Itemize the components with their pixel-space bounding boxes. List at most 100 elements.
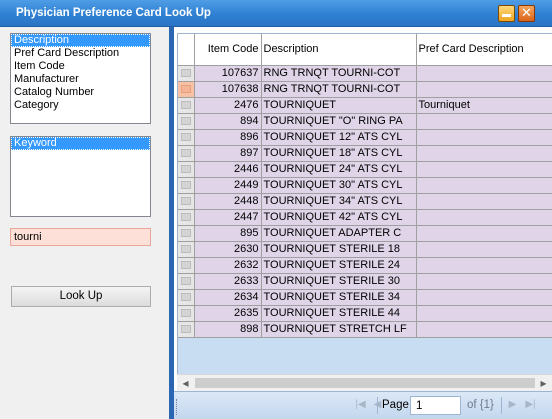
cell-description[interactable]: TOURNIQUET 42" ATS CYL — [261, 209, 417, 226]
search-type-option[interactable]: Keyword — [11, 137, 150, 150]
cell-pref-card-description[interactable] — [416, 193, 552, 210]
cell-pref-card-description[interactable] — [416, 113, 552, 130]
row-header[interactable] — [178, 81, 195, 98]
cell-item-code[interactable]: 897 — [194, 145, 262, 162]
cell-pref-card-description[interactable] — [416, 305, 552, 322]
first-page-icon[interactable]: |◀ — [354, 398, 367, 412]
table-row[interactable]: 2448 TOURNIQUET 34" ATS CYL — [178, 193, 552, 210]
cell-description[interactable]: TOURNIQUET ADAPTER C — [261, 225, 417, 242]
close-icon[interactable]: ✕ — [518, 5, 535, 22]
scrollbar-thumb[interactable] — [195, 378, 535, 388]
cell-description[interactable]: TOURNIQUET 30" ATS CYL — [261, 177, 417, 194]
row-header[interactable] — [178, 241, 195, 258]
last-page-icon[interactable]: ▶| — [524, 398, 537, 412]
search-field-list[interactable]: Description Pref Card Description Item Cod… — [10, 33, 151, 124]
row-header[interactable] — [178, 113, 195, 130]
table-row[interactable]: 2446 TOURNIQUET 24" ATS CYL — [178, 161, 552, 178]
cell-item-code[interactable]: 894 — [194, 113, 262, 130]
look-up-button[interactable]: Look Up — [11, 286, 151, 307]
cell-item-code[interactable]: 2448 — [194, 193, 262, 210]
search-field-option[interactable]: Pref Card Description — [11, 47, 150, 60]
row-header[interactable] — [178, 65, 195, 82]
minimize-icon[interactable] — [498, 5, 515, 22]
cell-pref-card-description[interactable] — [416, 225, 552, 242]
cell-description[interactable]: RNG TRNQT TOURNI-COT — [261, 65, 417, 82]
cell-description[interactable]: TOURNIQUET 18" ATS CYL — [261, 145, 417, 162]
cell-pref-card-description[interactable] — [416, 257, 552, 274]
table-row[interactable]: 894 TOURNIQUET "O" RING PA — [178, 113, 552, 130]
cell-description[interactable]: RNG TRNQT TOURNI-COT — [261, 81, 417, 98]
cell-item-code[interactable]: 2630 — [194, 241, 262, 258]
cell-pref-card-description[interactable] — [416, 65, 552, 82]
cell-description[interactable]: TOURNIQUET STERILE 30 — [261, 273, 417, 290]
cell-description[interactable]: TOURNIQUET — [261, 97, 417, 114]
cell-item-code[interactable]: 2476 — [194, 97, 262, 114]
search-field-option[interactable]: Description — [11, 34, 150, 47]
table-row[interactable]: 2633 TOURNIQUET STERILE 30 — [178, 273, 552, 290]
cell-pref-card-description[interactable] — [416, 145, 552, 162]
table-row[interactable]: 107638 RNG TRNQT TOURNI-COT — [178, 81, 552, 98]
search-field-option[interactable]: Manufacturer — [11, 73, 150, 86]
cell-item-code[interactable]: 2449 — [194, 177, 262, 194]
cell-pref-card-description[interactable] — [416, 241, 552, 258]
table-row[interactable]: 897 TOURNIQUET 18" ATS CYL — [178, 145, 552, 162]
table-row[interactable]: 2447 TOURNIQUET 42" ATS CYL — [178, 209, 552, 226]
cell-description[interactable]: TOURNIQUET STERILE 34 — [261, 289, 417, 306]
cell-item-code[interactable]: 2632 — [194, 257, 262, 274]
row-header[interactable] — [178, 193, 195, 210]
row-header[interactable] — [178, 289, 195, 306]
arrow-right-icon[interactable]: ▸ — [535, 375, 552, 392]
cell-pref-card-description[interactable] — [416, 177, 552, 194]
cell-description[interactable]: TOURNIQUET "O" RING PA — [261, 113, 417, 130]
cell-description[interactable]: TOURNIQUET STRETCH LF — [261, 321, 417, 338]
cell-item-code[interactable]: 107638 — [194, 81, 262, 98]
cell-pref-card-description[interactable] — [416, 289, 552, 306]
cell-item-code[interactable]: 2447 — [194, 209, 262, 226]
cell-item-code[interactable]: 896 — [194, 129, 262, 146]
row-header[interactable] — [178, 161, 195, 178]
cell-description[interactable]: TOURNIQUET STERILE 24 — [261, 257, 417, 274]
cell-item-code[interactable]: 898 — [194, 321, 262, 338]
search-field-option[interactable]: Catalog Number — [11, 86, 150, 99]
row-header[interactable] — [178, 305, 195, 322]
cell-item-code[interactable]: 2635 — [194, 305, 262, 322]
next-page-icon[interactable]: ▶ — [506, 398, 519, 412]
cell-description[interactable]: TOURNIQUET 12" ATS CYL — [261, 129, 417, 146]
cell-pref-card-description[interactable] — [416, 129, 552, 146]
table-row[interactable]: 2449 TOURNIQUET 30" ATS CYL — [178, 177, 552, 194]
cell-pref-card-description[interactable] — [416, 81, 552, 98]
column-header-pref-card-description[interactable]: Pref Card Description — [416, 34, 552, 66]
cell-pref-card-description[interactable]: Tourniquet — [416, 97, 552, 114]
table-row[interactable]: 896 TOURNIQUET 12" ATS CYL — [178, 129, 552, 146]
row-header[interactable] — [178, 321, 195, 338]
search-input[interactable] — [10, 228, 151, 246]
table-row[interactable]: 107637 RNG TRNQT TOURNI-COT — [178, 65, 552, 82]
search-field-option[interactable]: Item Code — [11, 60, 150, 73]
page-number-input[interactable] — [410, 396, 461, 415]
row-header[interactable] — [178, 257, 195, 274]
row-header[interactable] — [178, 177, 195, 194]
table-row[interactable]: 895 TOURNIQUET ADAPTER C — [178, 225, 552, 242]
arrow-left-icon[interactable]: ◂ — [177, 375, 194, 392]
cell-description[interactable]: TOURNIQUET STERILE 44 — [261, 305, 417, 322]
horizontal-scrollbar[interactable]: ◂ ▸ — [177, 374, 552, 391]
row-header[interactable] — [178, 129, 195, 146]
column-header-description[interactable]: Description — [261, 34, 417, 66]
search-type-list[interactable]: Keyword — [10, 136, 151, 217]
cell-pref-card-description[interactable] — [416, 321, 552, 338]
search-field-option[interactable]: Category — [11, 99, 150, 112]
cell-item-code[interactable]: 107637 — [194, 65, 262, 82]
table-row[interactable]: 2630 TOURNIQUET STERILE 18 — [178, 241, 552, 258]
cell-item-code[interactable]: 2446 — [194, 161, 262, 178]
row-header[interactable] — [178, 225, 195, 242]
cell-description[interactable]: TOURNIQUET 24" ATS CYL — [261, 161, 417, 178]
table-row[interactable]: 2634 TOURNIQUET STERILE 34 — [178, 289, 552, 306]
cell-pref-card-description[interactable] — [416, 161, 552, 178]
table-row[interactable]: 2476 TOURNIQUET Tourniquet — [178, 97, 552, 114]
row-header[interactable] — [178, 209, 195, 226]
cell-pref-card-description[interactable] — [416, 209, 552, 226]
cell-item-code[interactable]: 895 — [194, 225, 262, 242]
cell-description[interactable]: TOURNIQUET 34" ATS CYL — [261, 193, 417, 210]
cell-pref-card-description[interactable] — [416, 273, 552, 290]
row-header[interactable] — [178, 273, 195, 290]
